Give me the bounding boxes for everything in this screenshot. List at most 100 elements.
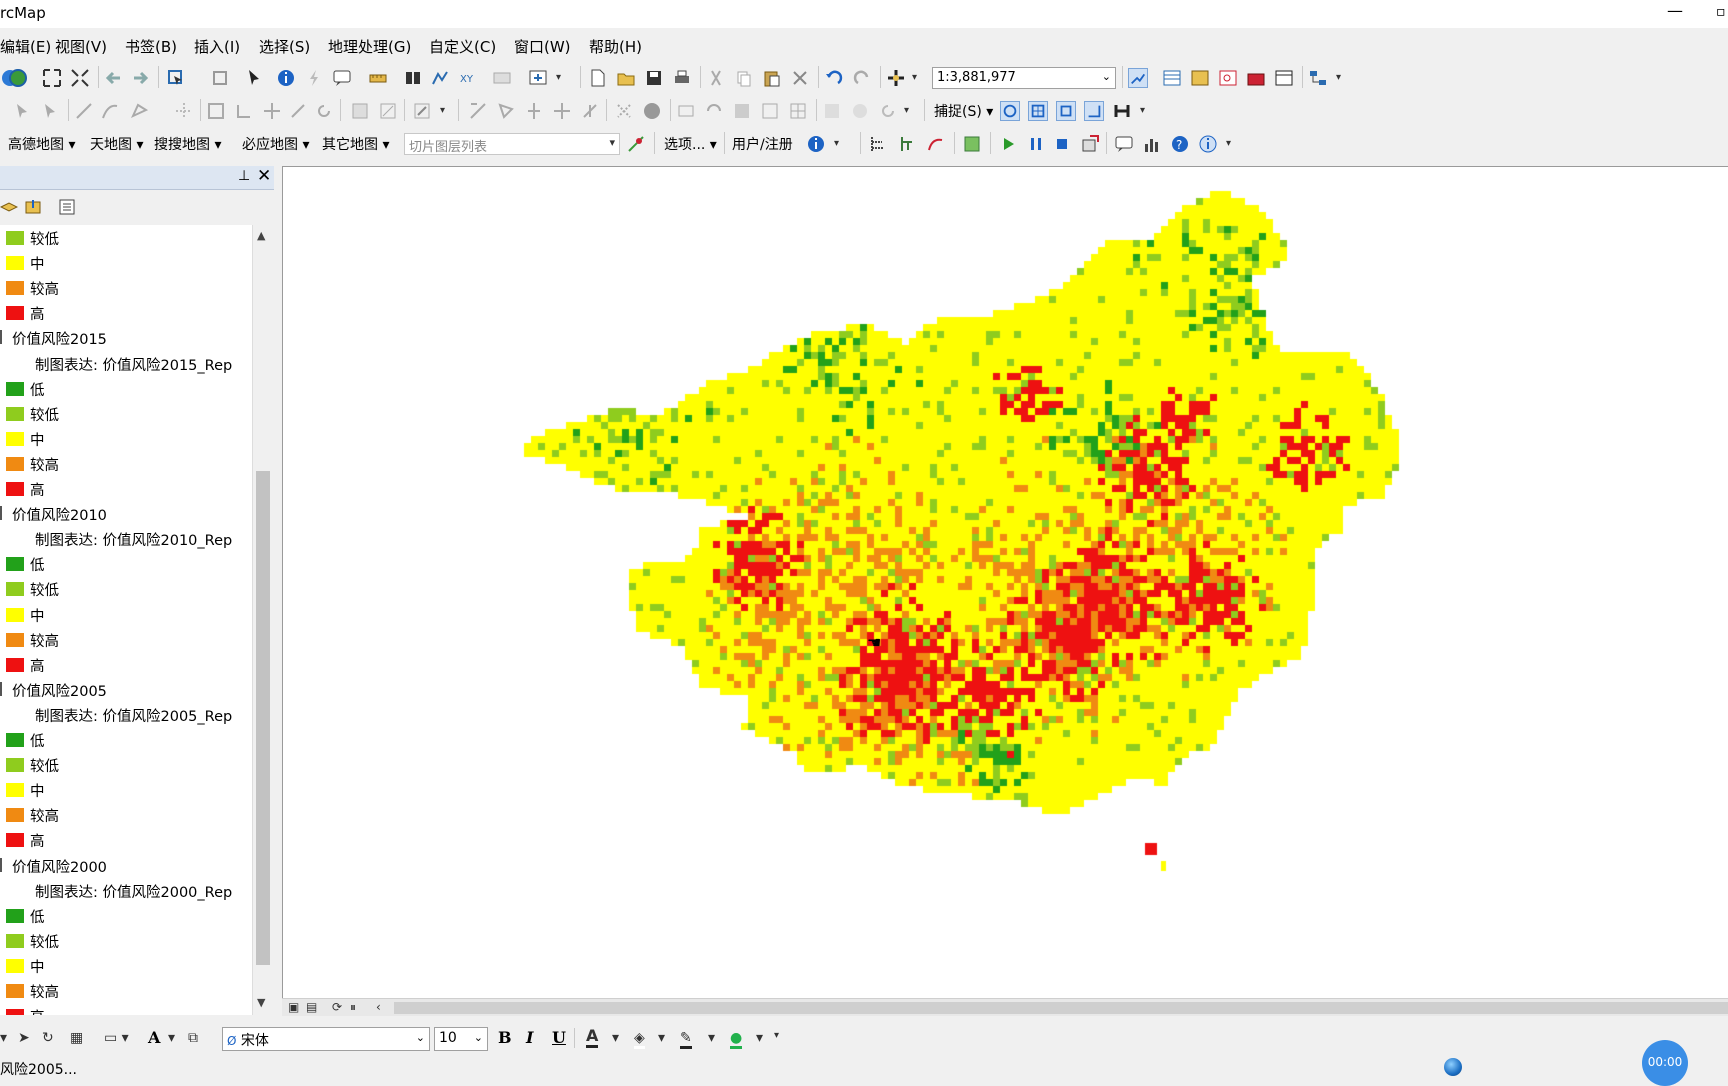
bing-map-menu[interactable]: 必应地图 ▾ <box>242 134 309 154</box>
edit-annotation-icon[interactable] <box>40 101 60 121</box>
menu-insert[interactable]: 插入(I) <box>194 36 240 57</box>
split-icon[interactable] <box>174 101 194 121</box>
minimize-button[interactable]: — <box>1660 0 1690 26</box>
python-window-icon[interactable] <box>1274 68 1294 88</box>
editor-toolbar-icon[interactable] <box>1128 68 1148 88</box>
options-menu[interactable]: 选项... ▾ <box>664 134 717 154</box>
comment-icon[interactable] <box>1114 134 1134 154</box>
back-arrow-icon[interactable] <box>104 68 124 88</box>
clear-selection-icon[interactable] <box>210 68 230 88</box>
edit-vertices-icon[interactable] <box>130 101 150 121</box>
hyperlink-icon[interactable] <box>304 68 324 88</box>
text-tool-dropdown[interactable]: ▾ <box>168 1030 175 1046</box>
select-elements-icon[interactable]: ➤ <box>18 1030 30 1046</box>
create-features-icon[interactable] <box>412 101 432 121</box>
measure-icon[interactable] <box>368 68 388 88</box>
legend-class-item[interactable]: 较高 <box>0 451 252 475</box>
menu-bookmarks[interactable]: 书签(B) <box>125 36 177 57</box>
fill-color-icon[interactable]: ◈ <box>634 1030 645 1049</box>
amap-menu[interactable]: 高德地图 ▾ <box>8 134 75 154</box>
bold-button[interactable]: B <box>498 1028 512 1047</box>
other-maps-menu[interactable]: 其它地图 ▾ <box>322 134 389 154</box>
toc-layer-item[interactable]: 价值风险2005 <box>0 677 252 701</box>
save-icon[interactable] <box>644 68 664 88</box>
legend-class-item[interactable]: 高 <box>0 1003 252 1015</box>
add-data-icon[interactable] <box>886 68 906 88</box>
soso-map-menu[interactable]: 搜搜地图 ▾ <box>154 134 221 154</box>
print-icon[interactable] <box>672 68 692 88</box>
font-size-combobox[interactable]: 10 ⌄ <box>434 1027 488 1051</box>
topology-icon[interactable] <box>468 101 488 121</box>
toc-representation-item[interactable]: 制图表达: 价值风险2000_Rep <box>0 878 252 902</box>
text-tool[interactable]: A <box>148 1028 160 1047</box>
legend-class-item[interactable]: 高 <box>0 652 252 676</box>
topo-cross-icon[interactable] <box>552 101 572 121</box>
full-extent-icon[interactable] <box>42 68 62 88</box>
new-text-icon[interactable]: ⧉ <box>188 1030 198 1046</box>
cut-icon[interactable] <box>706 68 726 88</box>
georef-4-icon[interactable] <box>760 101 780 121</box>
menu-view[interactable]: 视图(V) <box>55 36 107 57</box>
horizontal-scrollbar[interactable] <box>394 1002 1728 1014</box>
toc-representation-item[interactable]: 制图表达: 价值风险2010_Rep <box>0 526 252 550</box>
line-color-icon[interactable]: ✎ <box>680 1030 692 1049</box>
network-2-icon[interactable] <box>898 134 918 154</box>
stop-icon[interactable] <box>1052 134 1072 154</box>
menu-edit[interactable]: 编辑(E) <box>0 36 51 57</box>
legend-class-item[interactable]: 较高 <box>0 802 252 826</box>
user-register-button[interactable]: 用户/注册 <box>732 134 793 154</box>
rotate-element-icon[interactable]: ↻ <box>42 1030 54 1046</box>
georef-5-icon[interactable] <box>788 101 808 121</box>
close-icon[interactable]: ✕ <box>257 166 271 186</box>
find-icon[interactable] <box>403 68 423 88</box>
split-line-icon[interactable] <box>262 101 282 121</box>
toolbar-options-icon[interactable]: ▾ <box>774 1030 779 1041</box>
pause-icon[interactable] <box>1026 134 1046 154</box>
legend-class-item[interactable]: 较低 <box>0 752 252 776</box>
identify-icon[interactable] <box>276 68 296 88</box>
advanced-edit-3-icon[interactable] <box>878 101 898 121</box>
menu-geoprocessing[interactable]: 地理处理(G) <box>328 36 411 57</box>
refresh-icon[interactable]: ⟳ <box>332 1000 342 1014</box>
italic-button[interactable]: I <box>526 1028 533 1047</box>
edit-tool-icon[interactable] <box>12 101 32 121</box>
toc-representation-item[interactable]: 制图表达: 价值风险2015_Rep <box>0 351 252 375</box>
georef-1-icon[interactable] <box>676 101 696 121</box>
table-of-contents-icon[interactable] <box>1162 68 1182 88</box>
list-by-source-icon[interactable] <box>24 198 42 216</box>
find-route-icon[interactable] <box>430 68 450 88</box>
list-by-visibility-icon[interactable] <box>58 198 76 216</box>
toc-layer-item[interactable]: 价值风险2010 <box>0 501 252 525</box>
advanced-edit-2-icon[interactable] <box>850 101 870 121</box>
point-snap-icon[interactable] <box>1000 101 1020 121</box>
sketch-properties-icon[interactable] <box>378 101 398 121</box>
network-3-icon[interactable] <box>926 134 946 154</box>
advanced-edit-1-icon[interactable] <box>822 101 842 121</box>
scroll-left-icon[interactable]: ‹ <box>376 1000 381 1014</box>
info-icon[interactable] <box>806 134 826 154</box>
html-popup-icon[interactable] <box>332 68 352 88</box>
create-viewer-icon[interactable] <box>528 68 548 88</box>
end-snap-icon[interactable] <box>1028 101 1048 121</box>
error-inspector-icon[interactable] <box>642 101 662 121</box>
tile-layer-list[interactable]: 切片图层列表 ▾ <box>404 133 620 155</box>
layout-view-icon[interactable]: ▤ <box>306 1000 317 1014</box>
open-folder-icon[interactable] <box>616 68 636 88</box>
legend-class-item[interactable]: 较高 <box>0 978 252 1002</box>
legend-class-item[interactable]: 较低 <box>0 576 252 600</box>
scroll-up-icon[interactable]: ▲ <box>257 229 265 242</box>
font-color-dropdown[interactable]: ▾ <box>612 1030 619 1046</box>
export-icon[interactable] <box>1080 134 1100 154</box>
marker-color-icon[interactable]: ● <box>730 1030 743 1049</box>
menu-help[interactable]: 帮助(H) <box>589 36 642 57</box>
tianditu-menu[interactable]: 天地图 ▾ <box>90 134 143 154</box>
legend-class-item[interactable]: 较低 <box>0 928 252 952</box>
marker-color-dropdown[interactable]: ▾ <box>756 1030 763 1046</box>
cut-polygon-icon[interactable] <box>234 101 254 121</box>
edge-snap-icon[interactable] <box>1084 101 1104 121</box>
legend-class-item[interactable]: 低 <box>0 551 252 575</box>
reshape-icon[interactable] <box>206 101 226 121</box>
map-scale-combobox[interactable]: 1:3,881,977 ⌄ <box>932 67 1116 89</box>
toc-scrollbar[interactable]: ▲ ▼ <box>252 225 272 1015</box>
list-by-drawing-order-icon[interactable] <box>0 198 18 216</box>
